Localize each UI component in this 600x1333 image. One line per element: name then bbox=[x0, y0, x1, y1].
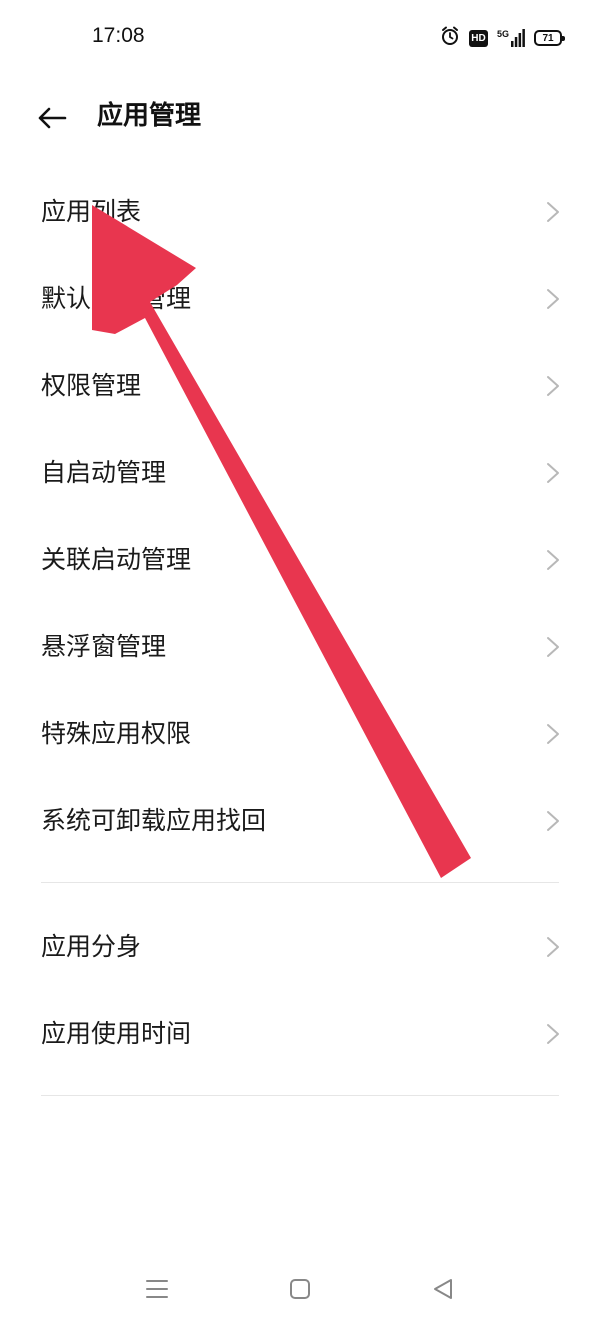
menu-item-label: 系统可卸载应用找回 bbox=[41, 805, 267, 835]
menu-item-permissions[interactable]: 权限管理 bbox=[0, 342, 600, 429]
menu-item-label: 关联启动管理 bbox=[41, 544, 192, 574]
menu-item-label: 默认应用管理 bbox=[41, 283, 192, 313]
chevron-right-icon bbox=[547, 462, 559, 483]
settings-menu: 应用列表 默认应用管理 权限管理 自启动管理 关联启动管理 悬浮窗管理 特殊应用… bbox=[0, 168, 600, 1096]
section-divider bbox=[41, 1095, 559, 1096]
chevron-right-icon bbox=[547, 288, 559, 309]
menu-item-floating-window[interactable]: 悬浮窗管理 bbox=[0, 603, 600, 690]
menu-item-restore-system-apps[interactable]: 系统可卸载应用找回 bbox=[0, 777, 600, 864]
chevron-right-icon bbox=[547, 636, 559, 657]
chevron-right-icon bbox=[547, 201, 559, 222]
menu-item-app-list[interactable]: 应用列表 bbox=[0, 168, 600, 255]
menu-lines-icon bbox=[146, 1280, 168, 1298]
status-icons: HD 5G 71 bbox=[440, 26, 565, 50]
chevron-right-icon bbox=[547, 375, 559, 396]
menu-item-special-permissions[interactable]: 特殊应用权限 bbox=[0, 690, 600, 777]
menu-item-linked-start[interactable]: 关联启动管理 bbox=[0, 516, 600, 603]
signal-5g-icon: 5G bbox=[497, 29, 525, 47]
triangle-back-icon bbox=[434, 1279, 452, 1299]
chevron-right-icon bbox=[547, 810, 559, 831]
network-type-label: 5G bbox=[496, 29, 509, 39]
menu-item-label: 应用列表 bbox=[41, 196, 142, 226]
home-button[interactable] bbox=[280, 1269, 320, 1309]
system-navigation-bar bbox=[0, 1253, 600, 1333]
chevron-right-icon bbox=[547, 936, 559, 957]
menu-item-label: 悬浮窗管理 bbox=[41, 631, 167, 661]
menu-item-autostart[interactable]: 自启动管理 bbox=[0, 429, 600, 516]
menu-item-app-clone[interactable]: 应用分身 bbox=[0, 903, 600, 990]
status-time: 17:08 bbox=[92, 24, 145, 47]
recent-apps-button[interactable] bbox=[137, 1269, 177, 1309]
menu-item-label: 特殊应用权限 bbox=[41, 718, 192, 748]
menu-item-label: 应用使用时间 bbox=[41, 1018, 192, 1048]
nav-back-button[interactable] bbox=[423, 1269, 463, 1309]
chevron-right-icon bbox=[547, 723, 559, 744]
menu-item-app-usage-time[interactable]: 应用使用时间 bbox=[0, 990, 600, 1077]
hd-icon: HD bbox=[468, 29, 488, 47]
square-home-icon bbox=[290, 1279, 310, 1299]
menu-item-label: 自启动管理 bbox=[41, 457, 167, 487]
page-title: 应用管理 bbox=[97, 101, 202, 131]
chevron-right-icon bbox=[547, 549, 559, 570]
menu-item-label: 权限管理 bbox=[41, 370, 142, 400]
section-divider bbox=[41, 882, 559, 883]
chevron-right-icon bbox=[547, 1023, 559, 1044]
menu-item-label: 应用分身 bbox=[41, 931, 142, 961]
alarm-icon bbox=[440, 26, 460, 50]
arrow-left-icon bbox=[38, 107, 67, 129]
back-button[interactable] bbox=[30, 96, 74, 140]
menu-item-default-apps[interactable]: 默认应用管理 bbox=[0, 255, 600, 342]
battery-icon: 71 bbox=[534, 30, 565, 46]
status-bar: 17:08 HD 5G 71 bbox=[0, 0, 600, 76]
app-header: 应用管理 bbox=[0, 76, 600, 156]
